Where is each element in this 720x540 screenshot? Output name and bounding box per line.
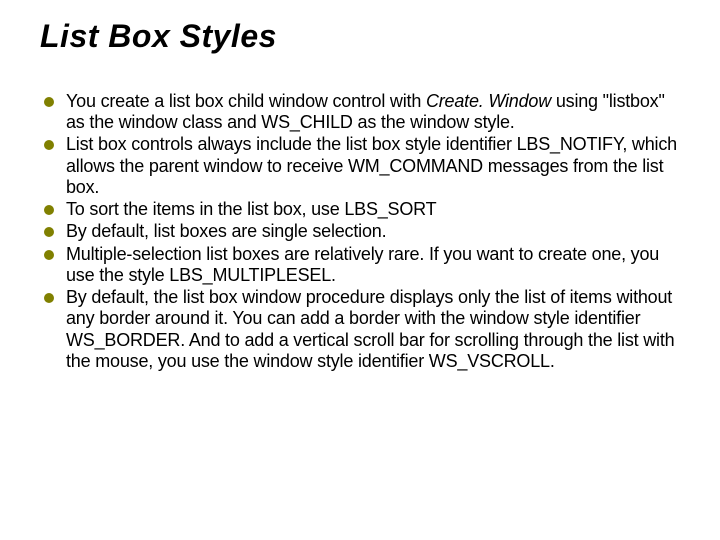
list-item-text: List box controls always include the lis… <box>66 134 677 196</box>
list-item-text: To sort the items in the list box, use L… <box>66 199 436 219</box>
list-item: You create a list box child window contr… <box>40 91 680 133</box>
list-item-text: By default, the list box window procedur… <box>66 287 674 371</box>
list-item: To sort the items in the list box, use L… <box>40 199 680 220</box>
list-item: List box controls always include the lis… <box>40 134 680 198</box>
list-item-text: You create a list box child window contr… <box>66 91 426 111</box>
list-item-text: By default, list boxes are single select… <box>66 221 386 241</box>
list-item: By default, list boxes are single select… <box>40 221 680 242</box>
list-item-text: Multiple-selection list boxes are relati… <box>66 244 659 285</box>
list-item-text: Create. Window <box>426 91 551 111</box>
slide-title: List Box Styles <box>40 18 680 55</box>
bullet-list: You create a list box child window contr… <box>40 91 680 372</box>
list-item: Multiple-selection list boxes are relati… <box>40 244 680 286</box>
list-item: By default, the list box window procedur… <box>40 287 680 372</box>
slide: List Box Styles You create a list box ch… <box>0 0 720 540</box>
